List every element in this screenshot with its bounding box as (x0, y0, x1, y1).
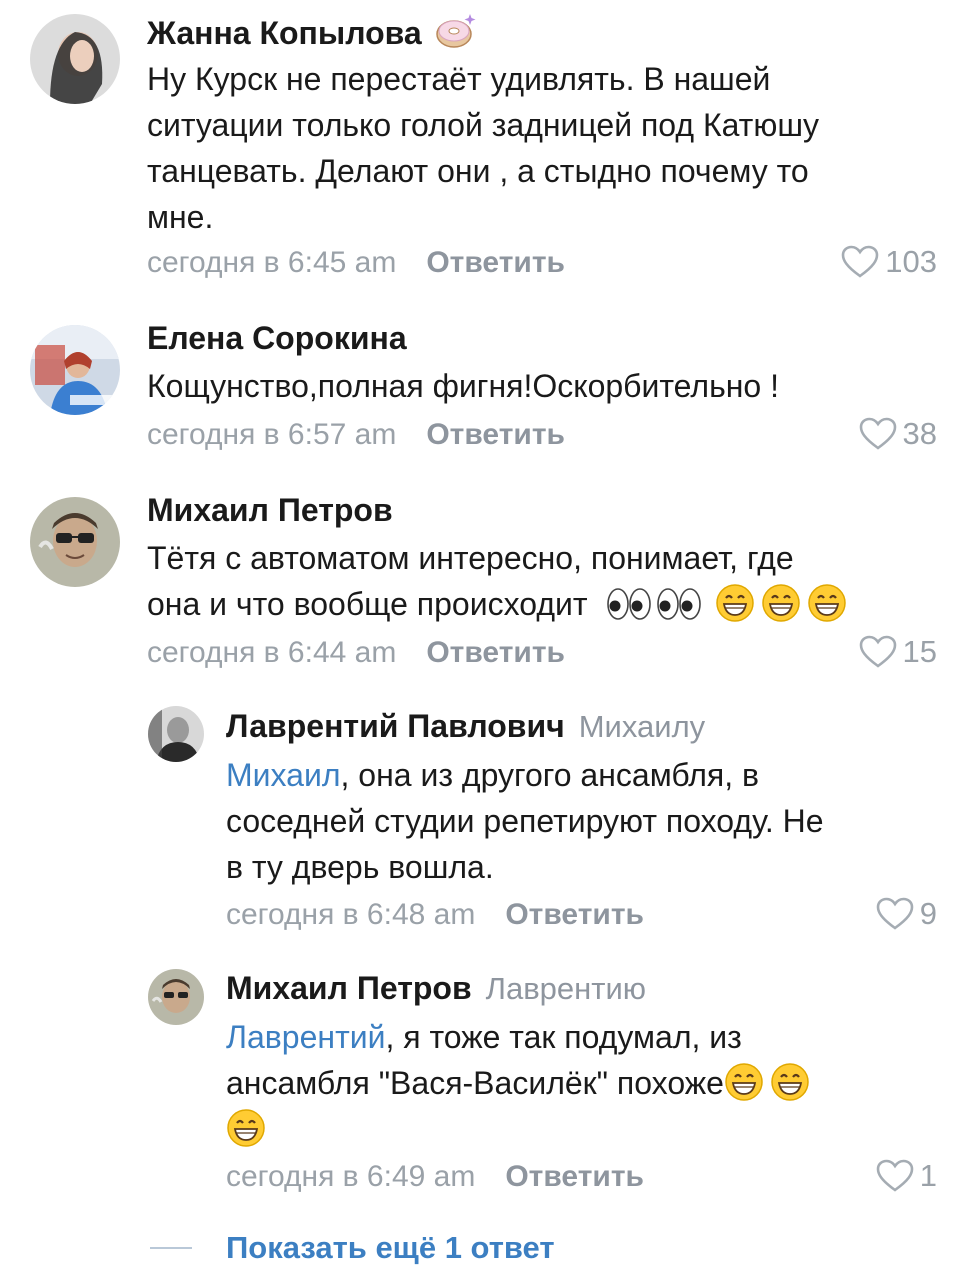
like-count: 1 (919, 1158, 937, 1193)
grinning-emoji-icon (724, 1062, 764, 1102)
eyes-emoji-icon (606, 587, 652, 621)
avatar[interactable] (30, 497, 120, 587)
grinning-emoji-icon (715, 583, 755, 623)
mention-link[interactable]: Лаврентий (226, 1019, 385, 1055)
comment-author[interactable]: Михаил Петров (147, 492, 393, 528)
show-more-replies[interactable]: Показать ещё 1 ответ (150, 1230, 555, 1266)
like-count: 9 (919, 896, 937, 931)
reply-author[interactable]: Михаил Петров (226, 970, 472, 1006)
comment-text-line: она и что вообще происходит (147, 586, 588, 622)
like-count: 38 (902, 416, 937, 451)
reply-emoji-line (226, 1106, 816, 1152)
heart-icon (859, 417, 897, 451)
grinning-emoji-icon (807, 583, 847, 623)
avatar[interactable] (30, 14, 120, 104)
comment-text-line-with-emoji: она и что вообще происходит (147, 581, 853, 627)
heart-icon (876, 1159, 914, 1193)
reply-time: сегодня в 6:48 am (226, 898, 476, 931)
avatar[interactable] (30, 325, 120, 415)
like-button[interactable]: 38 (859, 416, 937, 452)
avatar-photo (30, 14, 120, 104)
reply-button[interactable]: Ответить (426, 246, 565, 279)
reply-text-first-line: Лаврентий, я тоже так подумал, из (226, 1014, 816, 1060)
comment-time: сегодня в 6:45 am (147, 246, 397, 279)
reply-text-first-line: Михаил, она из другого ансамбля, в (226, 752, 824, 798)
grinning-emoji-icon (226, 1108, 266, 1148)
avatar-photo (30, 497, 120, 587)
reply-button[interactable]: Ответить (426, 636, 565, 669)
comment-text-line: ситуации только голой задницей под Катюш… (147, 107, 819, 143)
reply-text-line: соседней студии репетируют походу. Не (226, 803, 824, 839)
reply-to-name[interactable]: Лаврентию (486, 971, 646, 1006)
comment-text-line: Ну Курск не перестаёт удивлять. В нашей (147, 61, 771, 97)
eyes-emoji-icon (656, 587, 702, 621)
comment-text-line: танцевать. Делают они , а стыдно почему … (147, 153, 809, 189)
show-more-label[interactable]: Показать ещё 1 ответ (226, 1230, 555, 1266)
comment-author[interactable]: Жанна Копылова (147, 15, 422, 51)
avatar[interactable] (148, 706, 204, 762)
comment-time: сегодня в 6:44 am (147, 636, 397, 669)
comment-author[interactable]: Елена Сорокина (147, 320, 407, 356)
avatar[interactable] (148, 969, 204, 1025)
reply-to-name[interactable]: Михаилу (579, 709, 705, 744)
reply-time: сегодня в 6:49 am (226, 1160, 476, 1193)
avatar-photo (148, 969, 204, 1025)
comment-text-line: мне. (147, 199, 214, 235)
donut-icon (436, 14, 476, 48)
like-button[interactable]: 9 (876, 896, 937, 932)
comment-text-line: Кощунство,полная фигня!Оскорбительно ! (147, 368, 779, 404)
reply-text: , она из другого ансамбля, в (340, 757, 759, 793)
reply-author[interactable]: Лаврентий Павлович (226, 708, 565, 744)
reply-text: , я тоже так подумал, из (385, 1019, 742, 1055)
reply-text-line-with-emoji: ансамбля "Вася-Василёк" похоже (226, 1060, 816, 1106)
avatar-photo (148, 706, 204, 762)
like-button[interactable]: 103 (841, 244, 937, 280)
comment-time: сегодня в 6:57 am (147, 418, 397, 451)
mention-link[interactable]: Михаил (226, 757, 341, 793)
heart-icon (859, 635, 897, 669)
reply-text-line: в ту дверь вошла. (226, 849, 494, 885)
reply-text: ансамбля "Вася-Василёк" похоже (226, 1065, 724, 1101)
like-button[interactable]: 1 (876, 1158, 937, 1194)
thread-line (150, 1247, 192, 1249)
reply-button[interactable]: Ответить (426, 418, 565, 451)
avatar-photo (30, 325, 120, 415)
comment-text-line: Тётя с автоматом интересно, понимает, гд… (147, 540, 794, 576)
grinning-emoji-icon (770, 1062, 810, 1102)
heart-icon (876, 897, 914, 931)
like-button[interactable]: 15 (859, 634, 937, 670)
reply-button[interactable]: Ответить (505, 1160, 644, 1193)
heart-icon (841, 245, 879, 279)
like-count: 103 (885, 244, 937, 279)
reply-button[interactable]: Ответить (505, 898, 644, 931)
grinning-emoji-icon (761, 583, 801, 623)
like-count: 15 (902, 634, 937, 669)
